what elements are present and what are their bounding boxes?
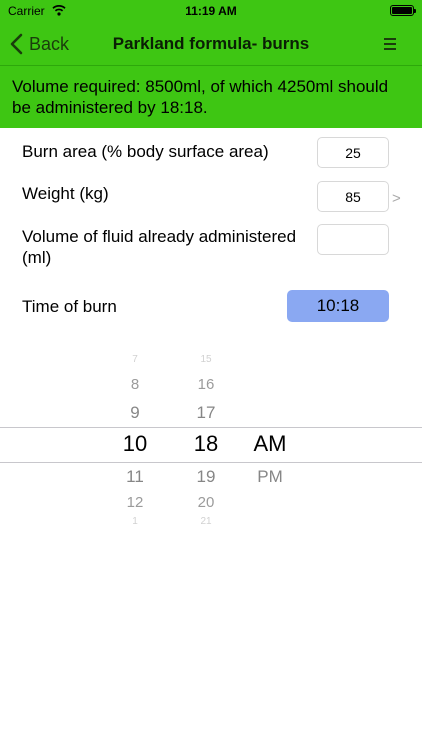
battery-icon [390, 5, 416, 16]
hour-option[interactable]: 8 [105, 376, 165, 393]
weight-field[interactable] [317, 181, 389, 212]
hour-option[interactable]: 1 [105, 516, 165, 527]
period-wheel[interactable]: AM PM [240, 350, 300, 540]
fluid-given-label: Volume of fluid already administered (ml… [22, 227, 297, 267]
minute-option[interactable]: 19 [176, 467, 236, 487]
time-of-burn-label: Time of burn [22, 297, 117, 316]
fluid-given-field[interactable] [317, 224, 389, 255]
time-picker[interactable]: 7 8 9 10 11 12 1 15 16 17 18 19 20 21 AM PM [0, 350, 422, 540]
hour-option[interactable]: 7 [105, 354, 165, 365]
status-bar: Carrier 11:19 AM [0, 0, 422, 22]
hour-option[interactable]: 11 [105, 467, 165, 487]
time-of-burn-button[interactable]: 10:18 [287, 290, 389, 322]
nav-bar: Back Parkland formula- burns [0, 22, 422, 66]
hour-option[interactable]: 12 [105, 494, 165, 511]
page-title: Parkland formula- burns [112, 34, 310, 53]
hour-option[interactable]: 10 [105, 431, 165, 457]
minute-wheel[interactable]: 15 16 17 18 19 20 21 [176, 350, 236, 540]
hour-wheel[interactable]: 7 8 9 10 11 12 1 [105, 350, 165, 540]
hour-option[interactable]: 9 [105, 403, 165, 423]
result-banner: Volume required: 8500ml, of which 4250ml… [0, 66, 422, 128]
period-option[interactable]: AM [240, 431, 300, 457]
period-option[interactable]: PM [240, 467, 300, 487]
weight-label: Weight (kg) [22, 184, 109, 203]
minute-option[interactable]: 18 [176, 431, 236, 457]
chevron-right-icon: > [392, 190, 401, 207]
minute-option[interactable]: 17 [176, 403, 236, 423]
burn-area-label: Burn area (% body surface area) [22, 142, 269, 161]
minute-option[interactable]: 20 [176, 494, 236, 511]
menu-icon [384, 38, 396, 40]
minute-option[interactable]: 16 [176, 376, 236, 393]
minute-option[interactable]: 15 [176, 354, 236, 365]
minute-option[interactable]: 21 [176, 516, 236, 527]
status-time: 11:19 AM [185, 4, 237, 18]
menu-button[interactable] [382, 34, 400, 54]
burn-area-field[interactable] [317, 137, 389, 168]
